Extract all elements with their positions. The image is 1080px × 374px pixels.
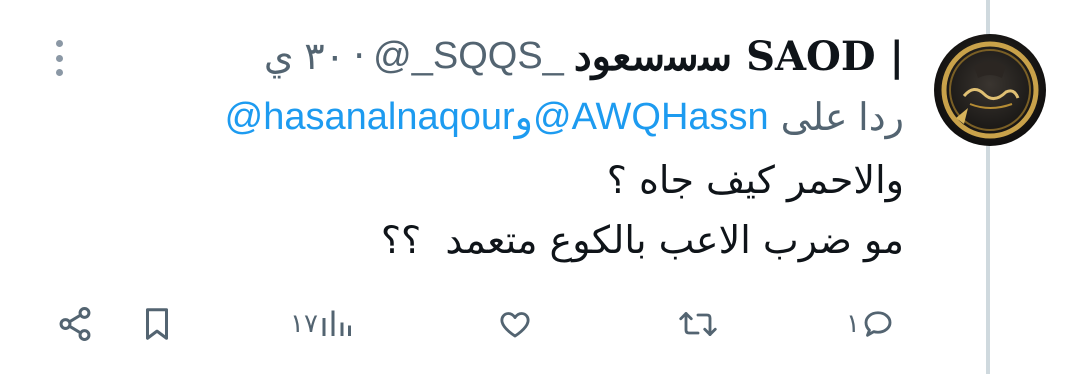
views-button[interactable]: ١٧ — [290, 296, 354, 352]
mention-link[interactable]: @AWQHassn — [533, 96, 769, 139]
analytics-bars-icon — [322, 310, 351, 336]
mention-link[interactable]: @hasanalnaqour — [225, 96, 515, 139]
comment-icon — [864, 311, 892, 337]
share-icon — [59, 306, 91, 342]
tweet-text: والاحمر كيف جاه ؟ مو ضرب الاعب بالكوع متع… — [381, 150, 904, 270]
avatar[interactable] — [934, 34, 1046, 146]
avatar-image — [941, 41, 1039, 139]
retweet-button[interactable] — [678, 296, 718, 352]
display-name[interactable]: ﺳﺳﺳﻌﻮد SAOD | — [574, 33, 904, 80]
more-dot — [55, 40, 63, 47]
reply-count: ١ — [846, 309, 860, 339]
separator-dot: · — [353, 34, 366, 78]
bookmark-icon — [145, 308, 169, 340]
replying-to-line: ردا على @AWQHassn و @hasanalnaqour — [225, 90, 904, 144]
tweet-header: ﺳﺳﺳﻌﻮد SAOD | @_SQQS_ · ٣٠ ي — [264, 28, 904, 84]
action-bar: ١ ١٧ — [0, 296, 980, 352]
reply-button[interactable]: ١ — [846, 296, 896, 352]
retweet-icon — [679, 312, 717, 336]
like-button[interactable] — [496, 296, 534, 352]
author-handle[interactable]: @_SQQS_ — [373, 35, 564, 78]
tweet-text-line: مو ضرب الاعب بالكوع متعمد ؟؟ — [380, 218, 904, 262]
tweet-card[interactable]: ﺳﺳﺳﻌﻮد SAOD | @_SQQS_ · ٣٠ ي ردا على @AW… — [0, 0, 1080, 374]
heart-icon — [500, 312, 530, 338]
share-button[interactable] — [56, 296, 94, 352]
timestamp[interactable]: ٣٠ ي — [264, 34, 345, 79]
views-count: ١٧ — [290, 309, 318, 339]
mention-joiner: و — [514, 96, 534, 139]
tweet-text-line: والاحمر كيف جاه ؟ — [606, 158, 904, 202]
more-dot — [55, 54, 63, 62]
replying-to-label: ردا على — [780, 96, 904, 139]
more-dot — [55, 69, 63, 76]
bookmark-button[interactable] — [140, 296, 174, 352]
more-vertical-icon[interactable] — [52, 40, 66, 76]
